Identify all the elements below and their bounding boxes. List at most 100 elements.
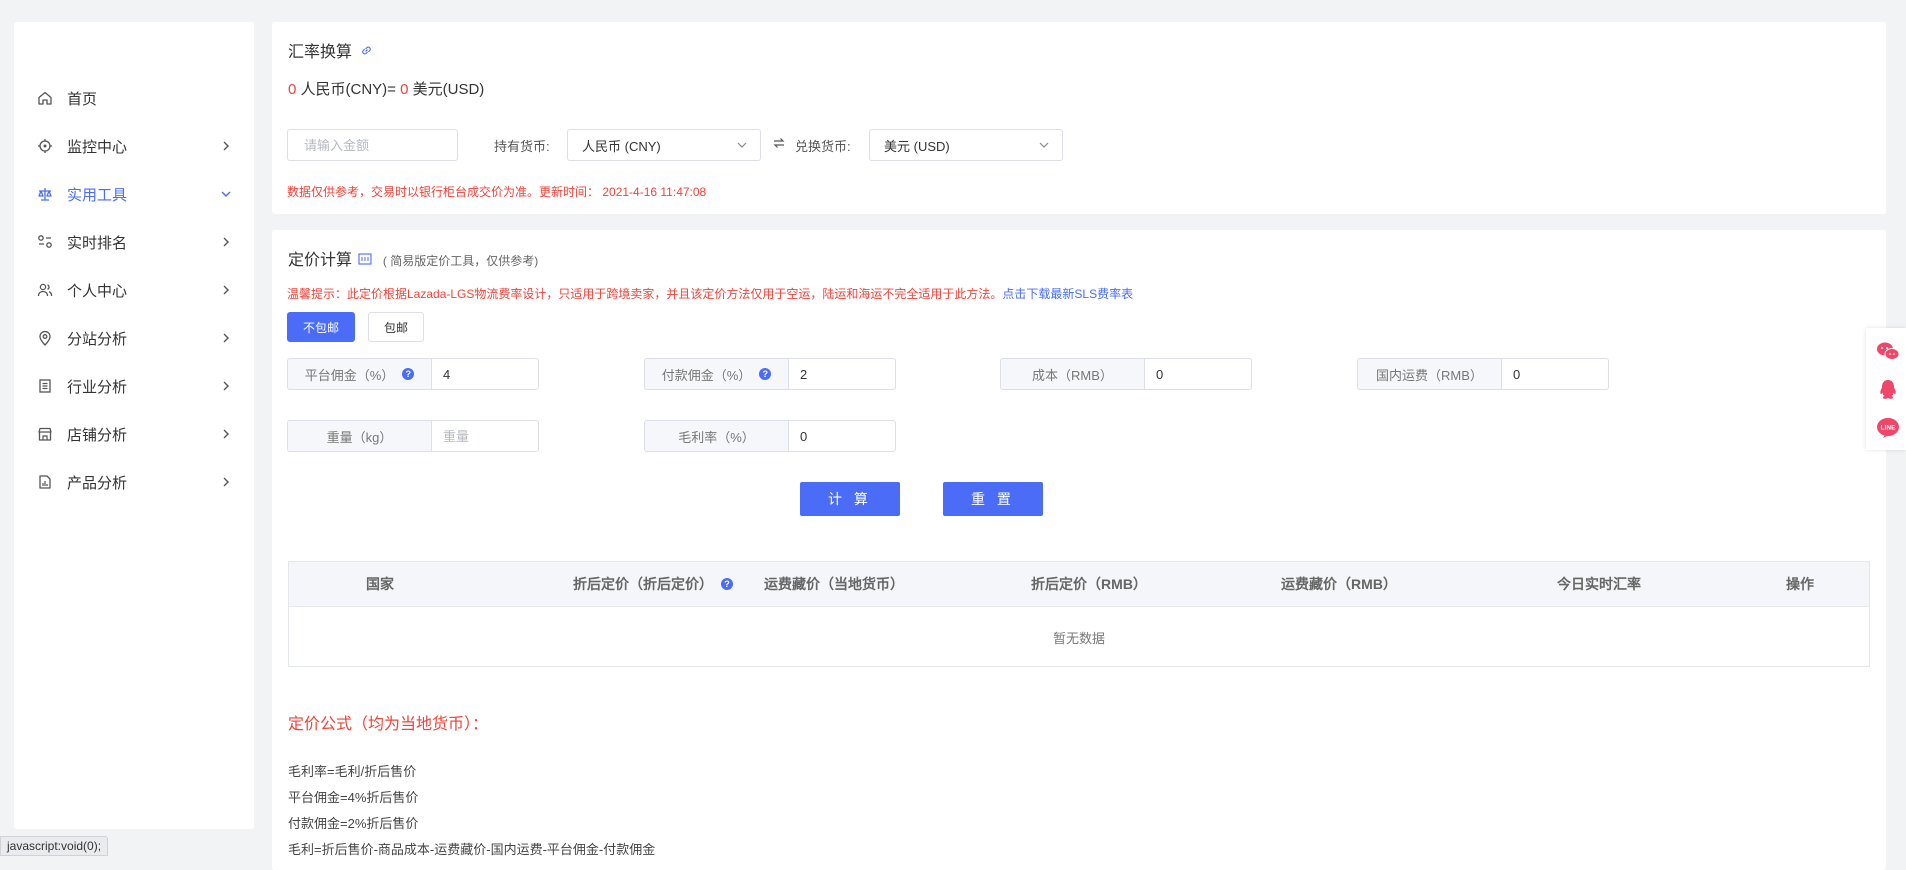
sidebar-item-monitor[interactable]: 监控中心 [14,124,254,168]
hold-currency-value: 人民币 (CNY) [582,138,661,154]
sidebar-item-store-analysis[interactable]: 店铺分析 [14,412,254,456]
sidebar-item-product-analysis[interactable]: 产品分析 [14,460,254,504]
col-header-country: 国家 [289,562,471,606]
gross-margin-input[interactable] [788,420,896,452]
platform-commission-label: 平台佣金（%） ? [287,358,431,390]
sidebar-item-label: 分站分析 [67,330,128,348]
home-icon [36,89,54,107]
platform-commission-input[interactable] [431,358,539,390]
calculator-icon [358,252,373,270]
sidebar-item-site-analysis[interactable]: 分站分析 [14,316,254,360]
gross-margin-label: 毛利率（%） [644,420,788,452]
col-header-actions: 操作 [1729,562,1871,606]
cost-field: 成本（RMB） [1000,358,1252,390]
exchange-notice: 数据仅供参考，交易时以银行柜台成交价为准。更新时间： 2021-4-16 11:… [287,183,706,200]
sidebar-item-label: 行业分析 [67,378,128,396]
calculate-button[interactable]: 计 算 [800,482,900,516]
payment-commission-input[interactable] [788,358,896,390]
domestic-shipping-label-text: 国内运费（RMB） [1376,367,1483,383]
formula-title: 定价公式（均为当地货币）： [288,716,489,733]
sidebar-item-personal[interactable]: 个人中心 [14,268,254,312]
payment-commission-input-field[interactable] [798,365,886,383]
download-sls-link[interactable]: 点击下载最新SLS费率表 [1002,287,1133,301]
hold-currency-select[interactable]: 人民币 (CNY) [567,129,761,161]
sidebar-item-home[interactable]: 首页 [14,76,254,120]
sidebar-item-label: 实时排名 [67,234,128,252]
chevron-right-icon [220,236,232,248]
swap-icon[interactable] [772,136,786,153]
domestic-shipping-field: 国内运费（RMB） [1357,358,1609,390]
gross-margin-input-field[interactable] [798,427,886,445]
monitor-target-icon [36,137,54,155]
weight-label-text: 重量（kg） [326,429,393,445]
qq-icon[interactable] [1876,378,1900,402]
target-currency-select[interactable]: 美元 (USD) [869,129,1063,161]
exchange-notice-text: 数据仅供参考，交易时以银行柜台成交价为准。更新时间： [287,185,600,199]
sidebar-item-label: 个人中心 [67,282,128,300]
document-list-icon [36,377,54,395]
domestic-shipping-input[interactable] [1501,358,1609,390]
tab-free-shipping[interactable]: 包邮 [368,312,424,342]
tab-no-free-shipping[interactable]: 不包邮 [287,312,355,342]
col-header-text: 折后定价（RMB） [1031,576,1147,592]
platform-commission-input-field[interactable] [441,365,529,383]
formula-line: 平台佣金=4%折后售价 [288,790,419,805]
line-icon[interactable]: LINE [1876,416,1900,440]
empty-text: 暂无数据 [1052,630,1105,646]
chevron-right-icon [220,380,232,392]
col-header-hidden-shipping-rmb: 运费藏价（RMB） [1209,562,1469,606]
wechat-icon[interactable] [1876,340,1900,364]
product-chart-icon [36,473,54,491]
amount-input-field[interactable] [302,129,443,161]
exchange-updated-at: 2021-4-16 11:47:08 [602,185,707,199]
col-header-text: 国家 [366,576,394,592]
pricing-title-text: 定价计算 [288,252,353,269]
result-usd-label: 美元(USD) [412,81,485,98]
sidebar-item-tools[interactable]: 实用工具 [14,172,254,216]
ranking-icon [36,233,54,251]
help-icon[interactable]: ? [402,368,415,380]
sidebar-item-ranking[interactable]: 实时排名 [14,220,254,264]
pricing-card: 定价计算 ( 简易版定价工具，仅供参考) 温馨提示：此定价根据Lazada-LG… [272,230,1886,870]
chevron-right-icon [220,332,232,344]
help-icon[interactable]: ? [759,368,772,380]
balance-scale-icon [36,185,54,203]
col-header-text: 折后定价（折后定价） [573,576,713,592]
col-header-text: 操作 [1786,576,1814,592]
gross-margin-label-text: 毛利率（%） [678,429,755,445]
users-icon [36,281,54,299]
payment-commission-field: 付款佣金（%） ? [644,358,896,390]
cost-input-field[interactable] [1154,365,1242,383]
sidebar: 首页 监控中心 实用工具 实时排名 个人中心 分站分析 行业分析 店铺分析 产品… [14,22,254,829]
payment-commission-label-text: 付款佣金（%） [661,367,752,383]
store-icon [36,425,54,443]
sidebar-item-label: 监控中心 [67,138,128,156]
reset-button[interactable]: 重 置 [943,482,1043,516]
reset-button-label: 重 置 [971,491,1015,507]
status-bar-url: javascript:void(0); [0,836,109,856]
chevron-down-icon [736,139,748,154]
col-header-text: 运费藏价（当地货币） [764,576,904,592]
sidebar-item-label: 店铺分析 [67,426,128,444]
table-header: 国家 折后定价（折后定价） ? 运费藏价（当地货币） 折后定价（RMB） 运费藏… [289,562,1869,607]
contact-float-bar: LINE [1866,328,1906,450]
tab-no-free-shipping-label: 不包邮 [302,320,339,335]
sidebar-item-industry-analysis[interactable]: 行业分析 [14,364,254,408]
weight-input-field[interactable] [441,427,529,445]
amount-input[interactable] [287,129,458,161]
sidebar-item-label: 首页 [67,90,98,108]
target-currency-value: 美元 (USD) [884,138,950,154]
weight-input[interactable] [431,420,539,452]
cost-input[interactable] [1144,358,1252,390]
link-icon[interactable] [360,44,373,62]
result-cny-label: 人民币(CNY)= [300,81,396,98]
sidebar-item-label: 产品分析 [67,474,128,492]
exchange-title: 汇率换算 [288,38,373,62]
pricing-tip: 温馨提示：此定价根据Lazada-LGS物流费率设计，只适用于跨境卖家，并且该定… [287,285,1133,302]
weight-label: 重量（kg） [287,420,431,452]
chevron-down-icon [220,188,232,200]
help-icon[interactable]: ? [721,578,733,590]
domestic-shipping-input-field[interactable] [1511,365,1599,383]
chevron-right-icon [220,428,232,440]
cost-label-text: 成本（RMB） [1032,367,1113,383]
